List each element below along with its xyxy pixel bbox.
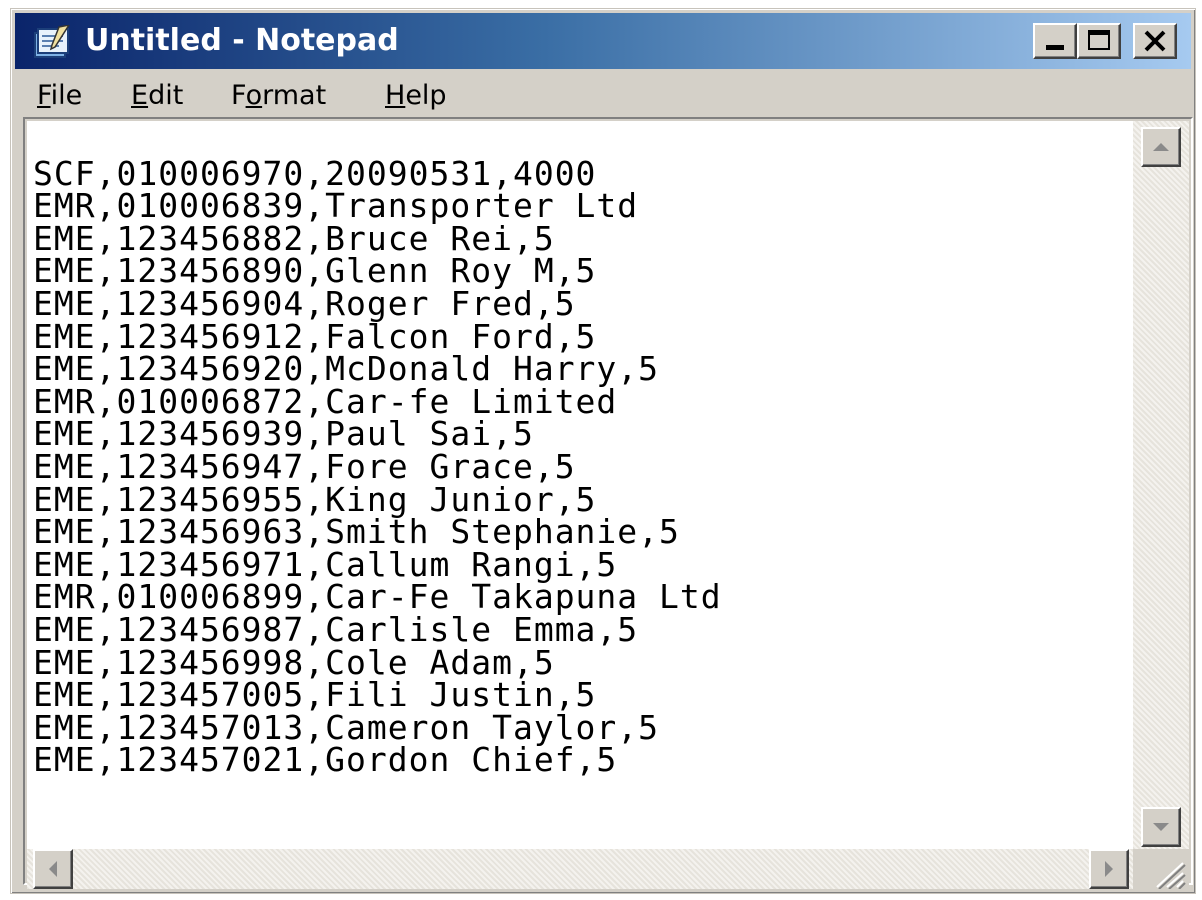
title-bar[interactable]: Untitled - Notepad [15,13,1191,69]
scroll-up-button[interactable] [1141,127,1181,167]
notepad-window: Untitled - Notepad File Edit Format Help [10,8,1196,894]
notepad-icon[interactable] [29,25,73,59]
menu-file-label: ile [50,80,83,111]
text-line: EME,123456904,Roger Fred,5 [33,283,576,323]
text-line: EME,123457005,Fili Justin,5 [33,675,597,715]
menu-file[interactable]: File [37,79,82,113]
menu-format-pre: F [231,80,246,111]
menu-format-label: rmat [262,80,327,111]
text-line: EME,123456920,McDonald Harry,5 [33,349,660,389]
horizontal-scrollbar[interactable] [27,849,1133,889]
close-button[interactable] [1133,23,1177,59]
text-line: EME,123456947,Fore Grace,5 [33,446,576,486]
text-editor-frame: SCF,010006970,20090531,4000 EMR,010006839… [23,117,1193,890]
menu-format[interactable]: Format [231,79,326,113]
text-line: EME,123456987,Carlisle Emma,5 [33,609,639,649]
scroll-left-button[interactable] [33,849,73,889]
menu-format-accel: o [245,80,263,111]
menu-help-accel: H [385,80,406,111]
resize-grip[interactable] [1133,849,1189,890]
menu-help[interactable]: Help [385,79,447,113]
document-text: SCF,010006970,20090531,4000 EMR,010006839… [33,125,722,842]
menu-bar: File Edit Format Help [15,71,1191,117]
menu-edit-label: dit [148,80,184,111]
maximize-button[interactable] [1077,23,1121,59]
window-title: Untitled - Notepad [85,23,399,58]
menu-edit[interactable]: Edit [131,79,183,113]
text-line: EME,123456963,Smith Stephanie,5 [33,512,680,552]
arrow-up-icon [1153,143,1169,151]
minimize-button[interactable] [1033,23,1077,59]
close-icon [1144,30,1166,52]
minimize-icon [1046,45,1064,50]
text-line: EME,123457021,Gordon Chief,5 [33,740,618,780]
vertical-scrollbar[interactable] [1133,121,1189,849]
text-editor[interactable]: SCF,010006970,20090531,4000 EMR,010006839… [27,121,1133,849]
text-line: EMR,010006839,Transporter Ltd [33,186,639,226]
arrow-down-icon [1153,823,1169,831]
maximize-icon [1088,30,1110,50]
menu-help-label: elp [405,80,447,111]
size-grip-icon [1156,862,1186,890]
menu-edit-accel: E [131,80,149,111]
scroll-down-button[interactable] [1141,807,1181,847]
scroll-right-button[interactable] [1089,849,1129,889]
arrow-left-icon [49,861,57,877]
arrow-right-icon [1105,861,1113,877]
menu-file-accel: F [37,80,51,111]
